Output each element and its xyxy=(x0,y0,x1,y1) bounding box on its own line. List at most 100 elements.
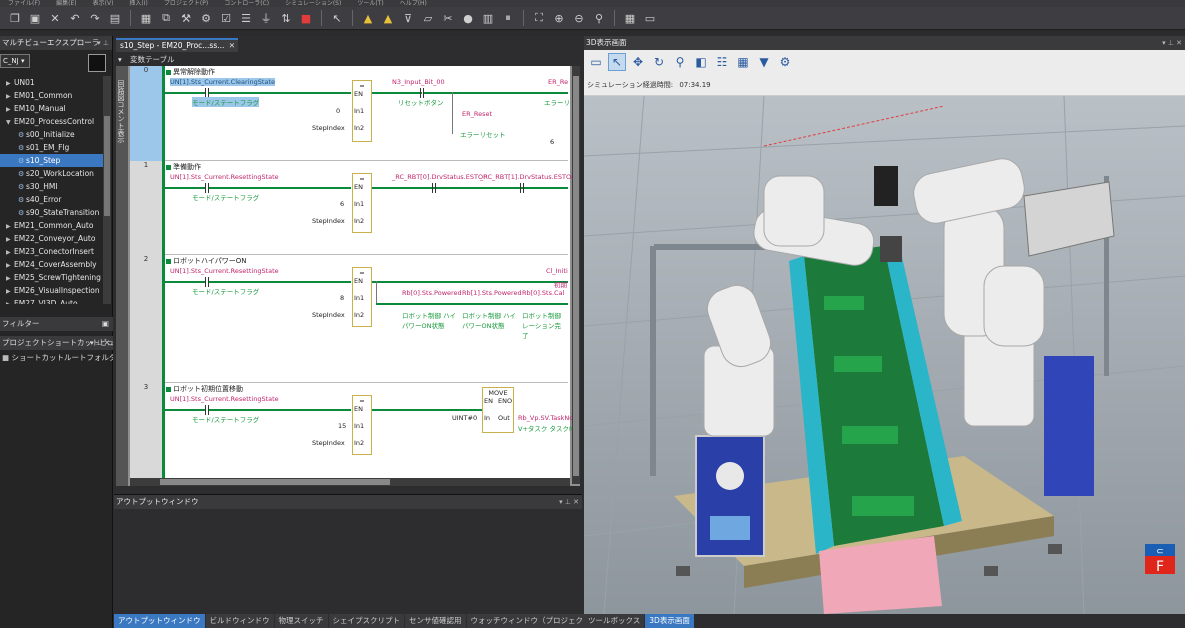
in1-value[interactable]: 8 xyxy=(340,294,344,302)
contact-variable[interactable]: ER_Reset xyxy=(462,110,492,118)
menu-item[interactable]: ヘルプ(H) xyxy=(392,0,435,7)
tab-3d-0[interactable]: ツールボックス xyxy=(584,614,645,628)
move-block[interactable]: MOVE xyxy=(482,387,514,433)
menu-item[interactable]: シミュレーション(S) xyxy=(277,0,349,7)
cut-icon[interactable]: ✂ xyxy=(439,9,457,27)
move-icon[interactable]: ✥ xyxy=(629,53,647,71)
paste-icon[interactable]: ▣ xyxy=(26,9,44,27)
contact-variable[interactable]: Cl_Initi xyxy=(546,267,568,275)
in1-value[interactable]: 6 xyxy=(340,200,344,208)
contact-variable[interactable]: Rb[1].Sts.Powered xyxy=(462,289,522,297)
tree-scroll-thumb[interactable] xyxy=(104,116,110,216)
controller-status-button[interactable] xyxy=(88,54,106,72)
camera-icon[interactable]: ▼ xyxy=(755,53,773,71)
tree-item[interactable]: ▶ EM22_Conveyor_Auto xyxy=(0,232,103,245)
grid-icon[interactable]: ▦ xyxy=(137,9,155,27)
rung-number[interactable]: 2 xyxy=(130,255,162,383)
monitor-icon[interactable]: ▭ xyxy=(641,9,659,27)
tree-item[interactable]: ⚙ s90_StateTransition xyxy=(0,206,103,219)
filter-icon[interactable]: ▣ xyxy=(102,317,109,331)
rebuild-icon[interactable]: ⚙ xyxy=(197,9,215,27)
tree-item[interactable]: ▶ UN01 xyxy=(0,76,103,89)
tree-item[interactable]: ▶EM27_VI3D_Auto xyxy=(0,297,103,304)
shortcut-root-folder[interactable]: ■ ショートカットルートフォルダ xyxy=(0,352,113,364)
tree-item[interactable]: ▶ EM25_ScrewTightening xyxy=(0,271,103,284)
3d-scene-render[interactable] xyxy=(584,96,1185,614)
filter-icon[interactable]: ⊽ xyxy=(399,9,417,27)
redo-icon[interactable]: ↷ xyxy=(86,9,104,27)
contact-variable[interactable]: _RC_RBT[0].DrvStatus.ESTOP xyxy=(392,173,487,181)
list-icon[interactable]: ☷ xyxy=(713,53,731,71)
layers-icon[interactable]: ▱ xyxy=(419,9,437,27)
output-variable[interactable]: 初期 xyxy=(554,279,567,289)
contact-symbol[interactable] xyxy=(520,183,524,193)
tab-output-4[interactable]: センサ値確認用 xyxy=(405,614,466,628)
tree-item[interactable]: ▶ EM10_Manual xyxy=(0,102,103,115)
tree-item[interactable]: ⚙ s30_HMI xyxy=(0,180,103,193)
in2-variable[interactable]: StepIndex xyxy=(312,439,345,447)
rung-2[interactable]: ロボットハイパワーON UN[1].Sts_Current.ResettingS… xyxy=(162,255,568,383)
tree-item[interactable]: ⚙ s20_WorkLocation xyxy=(0,167,103,180)
contact-variable[interactable]: Rb[0].Sts.Cal xyxy=(522,289,564,297)
online-icon[interactable]: ⏚ xyxy=(257,9,275,27)
pin-icon[interactable]: ▾ ⊥ ✕ xyxy=(559,495,579,509)
in-value[interactable]: UINT#0 xyxy=(452,414,477,422)
build-icon[interactable]: ⚒ xyxy=(177,9,195,27)
select-icon[interactable]: ↖ xyxy=(608,53,626,71)
warning-clear-icon[interactable]: ▲ xyxy=(379,9,397,27)
pause-icon[interactable]: ⏸ xyxy=(499,9,517,27)
pin-icon[interactable]: ▾ ⊥ xyxy=(97,36,109,50)
filter-bar[interactable]: フィルター ▣ xyxy=(0,317,113,331)
close-icon[interactable]: ✕ xyxy=(229,40,235,52)
rung-3[interactable]: ロボット初期位置移動 UN[1].Sts_Current.ResettingSt… xyxy=(162,383,578,484)
calc-icon[interactable]: ▦ xyxy=(621,9,639,27)
tree-item[interactable]: ▶ EM23_ConectorInsert xyxy=(0,245,103,258)
contact-variable[interactable]: N3_Input_Bit_00 xyxy=(392,78,445,86)
view-icon[interactable]: ▭ xyxy=(587,53,605,71)
menu-item[interactable]: プロジェクト(P) xyxy=(156,0,216,7)
ladder-hscroll-thumb[interactable] xyxy=(160,479,390,485)
tab-s10-step[interactable]: s10_Step - EM20_Proc...ss... ✕ xyxy=(116,38,238,52)
zoom-icon[interactable]: ⚲ xyxy=(590,9,608,27)
tree-item[interactable]: ⚙ s00_Initialize xyxy=(0,128,103,141)
tree-item[interactable]: ⚙ s10_Step xyxy=(0,154,103,167)
menu-item[interactable]: コントローラ(C) xyxy=(216,0,277,7)
tree-scrollbar[interactable] xyxy=(103,76,111,304)
rung-1[interactable]: 準備動作 UN[1].Sts_Current.ResettingState モー… xyxy=(162,161,575,255)
print-icon[interactable]: ▤ xyxy=(106,9,124,27)
zoom-icon[interactable]: ⚲ xyxy=(671,53,689,71)
check-icon[interactable]: ☑ xyxy=(217,9,235,27)
tab-output-1[interactable]: ビルドウィンドウ xyxy=(205,614,274,628)
rung-number[interactable]: 1 xyxy=(130,161,162,255)
menu-item[interactable]: 編集(E) xyxy=(48,0,84,7)
tree-item[interactable]: ▼ EM20_ProcessControl xyxy=(0,115,103,128)
tree-item[interactable]: ▶ EM24_CoverAssembly xyxy=(0,258,103,271)
ladder-vscrollbar[interactable] xyxy=(572,66,580,484)
tree-item[interactable]: ▶ EM26_VisualInspection xyxy=(0,284,103,297)
rung-number[interactable]: 3 xyxy=(130,383,162,484)
contact-variable[interactable]: ER_Re xyxy=(548,78,568,86)
tree-item[interactable]: ▶ EM21_Common_Auto xyxy=(0,219,103,232)
transfer-icon[interactable]: ⇅ xyxy=(277,9,295,27)
cursor-icon[interactable]: ↖ xyxy=(328,9,346,27)
ladder-vscroll-thumb[interactable] xyxy=(573,76,579,476)
tab-output-0[interactable]: アウトプットウィンドウ xyxy=(114,614,205,628)
tab-output-3[interactable]: シェイプスクリプト xyxy=(328,614,404,628)
contact-symbol[interactable] xyxy=(432,183,436,193)
zoom-in-icon[interactable]: ⊕ xyxy=(550,9,568,27)
robot-icon[interactable]: ⚙ xyxy=(776,53,794,71)
tree-item[interactable]: ⚙ s01_EM_Flg xyxy=(0,141,103,154)
delete-icon[interactable]: ✕ xyxy=(46,9,64,27)
out-variable[interactable]: Rb_Vp.SV.TaskNo xyxy=(518,414,573,422)
step-icon[interactable]: ▥ xyxy=(479,9,497,27)
in-value[interactable]: 6 xyxy=(550,138,554,146)
f-badge-icon[interactable]: ⊂ F xyxy=(1145,544,1175,574)
ladder-hscrollbar[interactable] xyxy=(130,478,570,486)
copy-icon[interactable]: ❐ xyxy=(6,9,24,27)
pin-icon[interactable]: ▾ ⊥ ✕ xyxy=(1162,36,1182,50)
variable-table-toggle[interactable]: ▾ 変数テーブル xyxy=(114,54,582,66)
rung-number[interactable]: 0 xyxy=(130,66,162,161)
warning-icon[interactable]: ▲ xyxy=(359,9,377,27)
in2-variable[interactable]: StepIndex xyxy=(312,217,345,225)
contact-variable[interactable]: UN[1].Sts_Current.ResettingState xyxy=(170,173,279,181)
